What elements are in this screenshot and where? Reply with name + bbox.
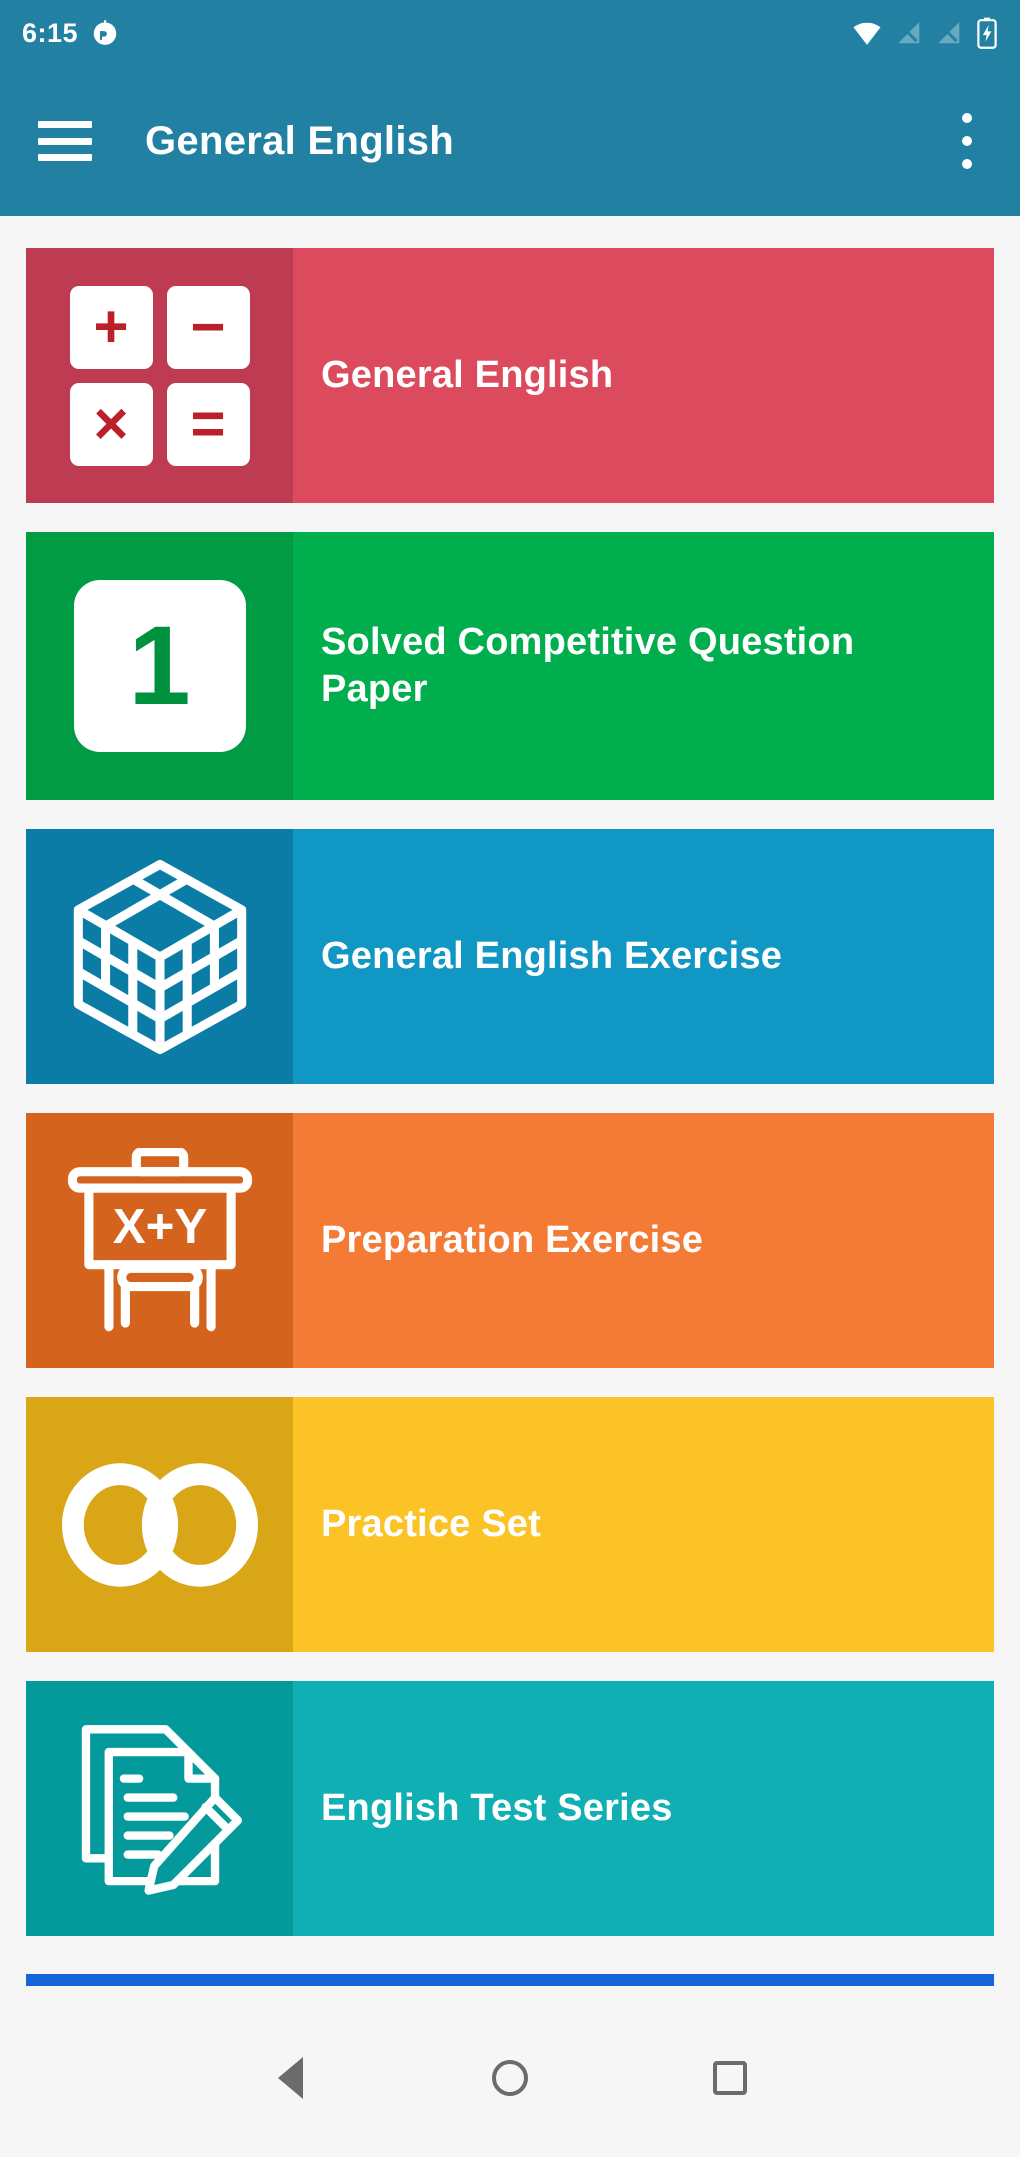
- notification-badge-icon: [93, 20, 117, 45]
- calculator-key-plus: +: [69, 285, 153, 369]
- more-vert-icon[interactable]: [960, 113, 974, 169]
- list-item-label: English Test Series: [321, 1786, 673, 1829]
- list-item-label: Practice Set: [321, 1502, 541, 1545]
- status-bar-right: [852, 17, 998, 49]
- signal-no-sim-icon: [938, 22, 960, 44]
- calculator-key-minus-label: −: [190, 293, 226, 360]
- number-one-tile-label: 1: [128, 603, 191, 728]
- list-item-icon-panel: X+Y: [26, 1113, 293, 1368]
- list-item[interactable]: X+Y Preparation Exercise: [26, 1113, 994, 1368]
- list-item-body: Solved Competitive Question Paper: [293, 532, 994, 800]
- list-item-body: General English: [293, 248, 994, 503]
- list-item[interactable]: Practice Set: [26, 1397, 994, 1652]
- navigation-bar: [0, 1998, 1020, 2157]
- list-item-icon-panel: [26, 1397, 293, 1652]
- back-triangle-icon[interactable]: [251, 2039, 329, 2117]
- recents-square-icon[interactable]: [691, 2039, 769, 2117]
- list-item[interactable]: 1 Solved Competitive Question Paper: [26, 532, 994, 800]
- list-item-body: English Test Series: [293, 1681, 994, 1936]
- list-item[interactable]: + − × = General English: [26, 248, 994, 503]
- number-one-tile-icon: 1: [73, 580, 246, 752]
- status-bar-left: 6:15: [22, 18, 120, 49]
- calculator-key-multiply-label: ×: [93, 390, 129, 457]
- calculator-key-equals: =: [166, 382, 250, 466]
- calculator-key-multiply: ×: [69, 382, 153, 466]
- wifi-icon: [853, 22, 881, 45]
- infinity-icon: [61, 1462, 258, 1587]
- phone-screen: 6:15 General English + − × = General Eng…: [0, 0, 1020, 2157]
- calculator-key-minus: −: [166, 285, 250, 369]
- calculator-key-plus-label: +: [93, 293, 129, 360]
- category-list[interactable]: + − × = General English 1 Solved Competi…: [0, 216, 1020, 1986]
- whiteboard-xplusy-icon: X+Y: [67, 1147, 252, 1331]
- list-item[interactable]: English Test Series: [26, 1681, 994, 1936]
- list-item-label: Solved Competitive Question Paper: [321, 620, 855, 711]
- list-item-icon-panel: 1: [26, 532, 293, 800]
- status-bar-clock: 6:15: [22, 17, 79, 48]
- list-item-label: General English: [321, 353, 614, 396]
- list-item-icon-panel: [26, 1681, 293, 1936]
- page-title: General English: [145, 118, 455, 163]
- list-item-body: Preparation Exercise: [293, 1113, 994, 1368]
- list-item-body: Practice Set: [293, 1397, 994, 1652]
- app-bar: General English: [0, 66, 1020, 216]
- cube-3d-icon: [73, 859, 246, 1054]
- list-item[interactable]: General English Exercise: [26, 829, 994, 1084]
- scroll-indicator[interactable]: [26, 1974, 994, 1986]
- documents-pencil-icon: [81, 1724, 242, 1895]
- battery-icon: [977, 17, 997, 49]
- list-item-icon-panel: + − × =: [26, 248, 293, 503]
- svg-text:X+Y: X+Y: [112, 1198, 207, 1253]
- calculator-icon: + − × =: [69, 285, 250, 466]
- calculator-key-equals-label: =: [190, 390, 226, 457]
- hamburger-menu-icon[interactable]: [38, 121, 92, 161]
- status-bar: 6:15: [0, 0, 1020, 66]
- home-circle-icon[interactable]: [471, 2039, 549, 2117]
- list-item-label: General English Exercise: [321, 934, 783, 977]
- signal-no-sim-icon: [898, 22, 920, 44]
- list-item-icon-panel: [26, 829, 293, 1084]
- list-item-label: Preparation Exercise: [321, 1218, 704, 1261]
- list-item-body: General English Exercise: [293, 829, 994, 1084]
